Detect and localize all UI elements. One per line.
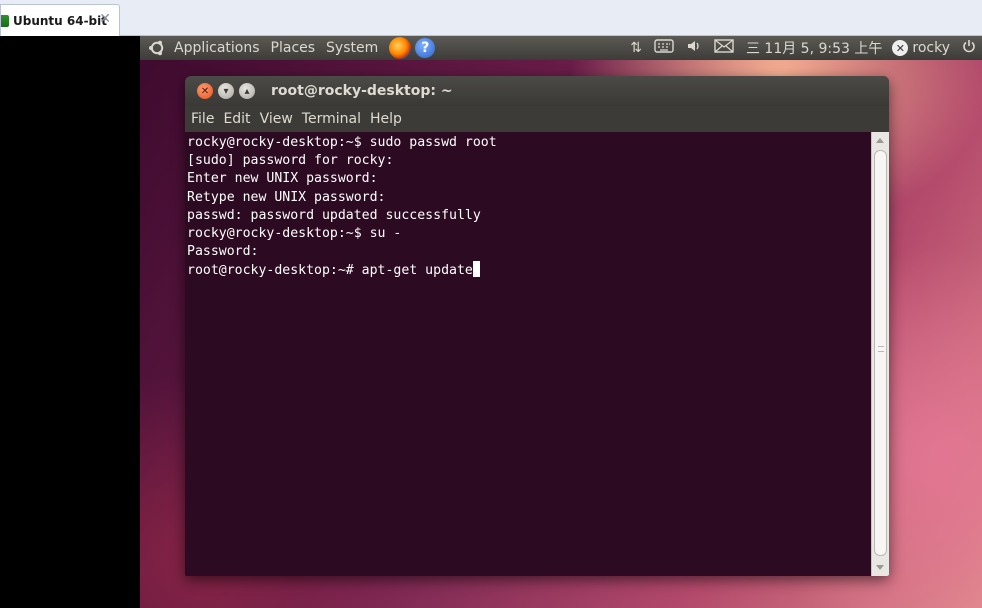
network-icon[interactable]: ⇅ [630, 40, 642, 56]
close-button[interactable]: ✕ [197, 83, 213, 99]
ubuntu-desktop: Applications Places System ? ⇅ 三 11月 5, … [140, 36, 982, 608]
host-tab-ubuntu[interactable]: Ubuntu 64-bit ✕ [0, 4, 120, 36]
console-line: Enter new UNIX password: [187, 171, 378, 187]
console-line: [sudo] password for rocky: [187, 153, 394, 169]
terminal-titlebar[interactable]: ✕ ▾ ▴ root@rocky-desktop: ~ [185, 76, 889, 106]
top-panel: Applications Places System ? ⇅ 三 11月 5, … [140, 36, 982, 60]
menu-edit[interactable]: Edit [223, 111, 250, 127]
maximize-button[interactable]: ▴ [239, 83, 255, 99]
console-line: Password: [187, 244, 259, 260]
terminal-console[interactable]: rocky@rocky-desktop:~$ sudo passwd root … [185, 132, 871, 576]
vm-left-margin [0, 36, 140, 608]
menu-places[interactable]: Places [271, 40, 316, 56]
text-cursor [472, 261, 480, 278]
power-icon[interactable] [962, 39, 976, 57]
console-line: passwd: password updated successfully [187, 207, 481, 223]
user-status-icon[interactable]: ✕ [892, 40, 909, 56]
clock[interactable]: 三 11月 5, 9:53 上午 [746, 38, 882, 58]
ubuntu-logo-icon[interactable] [148, 39, 166, 57]
scroll-down-icon[interactable] [876, 565, 884, 570]
vm-icon [1, 14, 9, 27]
firefox-icon[interactable] [389, 37, 412, 59]
menu-file[interactable]: File [191, 111, 214, 127]
terminal-menubar: File Edit View Terminal Help [185, 106, 889, 132]
minimize-button[interactable]: ▾ [218, 83, 234, 99]
menu-applications[interactable]: Applications [174, 40, 260, 56]
menu-help[interactable]: Help [370, 111, 402, 127]
menu-terminal[interactable]: Terminal [302, 111, 361, 127]
menu-system[interactable]: System [326, 40, 378, 56]
user-name[interactable]: rocky [912, 40, 950, 56]
vertical-scrollbar[interactable] [871, 132, 889, 576]
menu-view[interactable]: View [260, 111, 293, 127]
terminal-window: ✕ ▾ ▴ root@rocky-desktop: ~ File Edit Vi… [185, 76, 889, 576]
volume-icon[interactable] [686, 39, 702, 57]
panel-tray: ⇅ 三 11月 5, 9:53 上午 ✕ rocky [624, 36, 982, 60]
close-icon[interactable]: ✕ [99, 11, 111, 27]
help-icon[interactable]: ? [415, 38, 436, 58]
keyboard-icon[interactable] [654, 39, 674, 57]
mail-icon[interactable] [714, 39, 734, 57]
scroll-thumb[interactable] [874, 150, 887, 556]
console-line: rocky@rocky-desktop:~$ su - [187, 225, 402, 241]
host-tab-label: Ubuntu 64-bit [13, 13, 107, 28]
console-prompt-line: root@rocky-desktop:~# apt-get update [187, 261, 871, 279]
window-title: root@rocky-desktop: ~ [271, 83, 453, 99]
console-line: Retype new UNIX password: [187, 189, 386, 205]
current-command: root@rocky-desktop:~# apt-get update [187, 263, 473, 279]
console-line: rocky@rocky-desktop:~$ sudo passwd root [187, 135, 497, 150]
host-tab-strip: Ubuntu 64-bit ✕ [0, 0, 982, 36]
scroll-up-icon[interactable] [876, 138, 884, 143]
grip-icon [878, 346, 884, 352]
